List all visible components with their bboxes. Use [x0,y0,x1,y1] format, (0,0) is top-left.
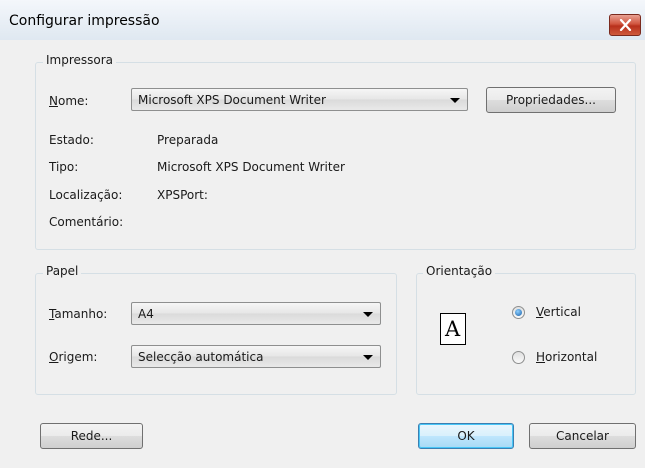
cancel-button[interactable]: Cancelar [529,423,636,449]
type-label: Tipo: [49,160,79,174]
ok-button[interactable]: OK [418,423,514,449]
close-button[interactable] [609,14,641,36]
properties-button-label: Propriedades... [506,93,596,107]
paper-size-value: A4 [138,307,154,321]
paper-group-label: Papel [43,264,82,278]
paper-source-label: Origem: [49,350,98,364]
network-button-label: Rede... [70,429,113,443]
paper-source-value: Selecção automática [138,350,264,364]
printer-name-label: Nome: [49,94,89,108]
vertical-radio[interactable] [512,306,525,319]
window-title: Configurar impressão [9,13,160,29]
paper-group [35,273,397,395]
properties-button[interactable]: Propriedades... [486,87,616,113]
portrait-page-letter: A [445,317,461,341]
chevron-down-icon [450,98,460,103]
network-button[interactable]: Rede... [40,423,143,449]
chevron-down-icon [363,355,373,360]
location-label: Localização: [49,188,123,202]
print-setup-dialog: Configurar impressão Impressora Nome: Mi… [0,0,645,468]
chevron-down-icon [363,312,373,317]
status-value: Preparada [157,133,219,147]
comment-label: Comentário: [49,215,124,229]
printer-group-label: Impressora [43,53,117,67]
orientation-group-label: Orientação [423,264,496,278]
paper-size-dropdown[interactable]: A4 [131,302,381,325]
location-value: XPSPort: [157,188,208,202]
cancel-button-label: Cancelar [556,429,609,443]
type-value: Microsoft XPS Document Writer [157,160,345,174]
vertical-radio-label[interactable]: Vertical [536,305,581,319]
paper-source-dropdown[interactable]: Selecção automática [131,345,381,368]
horizontal-radio[interactable] [512,351,525,364]
horizontal-radio-label[interactable]: Horizontal [536,350,597,364]
radio-selected-dot [515,309,522,316]
title-bar[interactable]: Configurar impressão [0,0,645,40]
portrait-page-icon: A [440,313,466,345]
status-label: Estado: [49,133,94,147]
close-icon [619,19,632,31]
printer-name-value: Microsoft XPS Document Writer [138,93,326,107]
printer-name-dropdown[interactable]: Microsoft XPS Document Writer [131,88,468,111]
ok-button-label: OK [457,429,475,443]
paper-size-label: Tamanho: [49,307,108,321]
